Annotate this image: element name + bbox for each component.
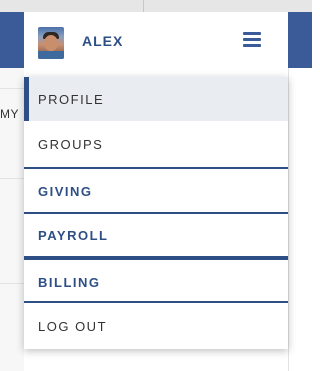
avatar[interactable] [38, 27, 64, 59]
menu-item-profile[interactable]: PROFILE [24, 77, 288, 121]
avatar-shirt [38, 51, 64, 59]
hamburger-menu-icon[interactable] [241, 29, 263, 49]
background-label-fragment: MY [0, 107, 19, 121]
background-divider [0, 283, 24, 284]
background-divider [0, 178, 24, 179]
menu-item-label: LOG OUT [38, 318, 108, 334]
menu-item-label: BILLING [38, 274, 101, 290]
user-name[interactable]: ALEX [82, 33, 123, 49]
menu-item-label: GIVING [38, 183, 93, 199]
hamburger-line [243, 38, 261, 41]
background-divider [0, 88, 24, 89]
browser-tab-strip [0, 0, 312, 12]
menu-item-logout[interactable]: LOG OUT [24, 304, 288, 348]
menu-item-billing[interactable]: BILLING [24, 260, 288, 304]
menu-item-giving[interactable]: GIVING [24, 169, 288, 213]
user-dropdown-menu: PROFILE GROUPS GIVING PAYROLL BILLING LO… [24, 77, 288, 349]
menu-item-groups[interactable]: GROUPS [24, 122, 288, 166]
hamburger-line [243, 32, 261, 35]
avatar-face [44, 35, 58, 51]
menu-divider [24, 301, 288, 303]
active-indicator [24, 77, 29, 121]
menu-item-label: PAYROLL [38, 227, 109, 243]
background-page-right [288, 68, 312, 371]
menu-item-payroll[interactable]: PAYROLL [24, 213, 288, 257]
tab-separator [143, 0, 144, 12]
hamburger-line [243, 44, 261, 47]
menu-item-label: GROUPS [38, 136, 104, 152]
menu-item-label: PROFILE [38, 91, 105, 107]
user-menu-header[interactable]: ALEX [24, 12, 288, 68]
